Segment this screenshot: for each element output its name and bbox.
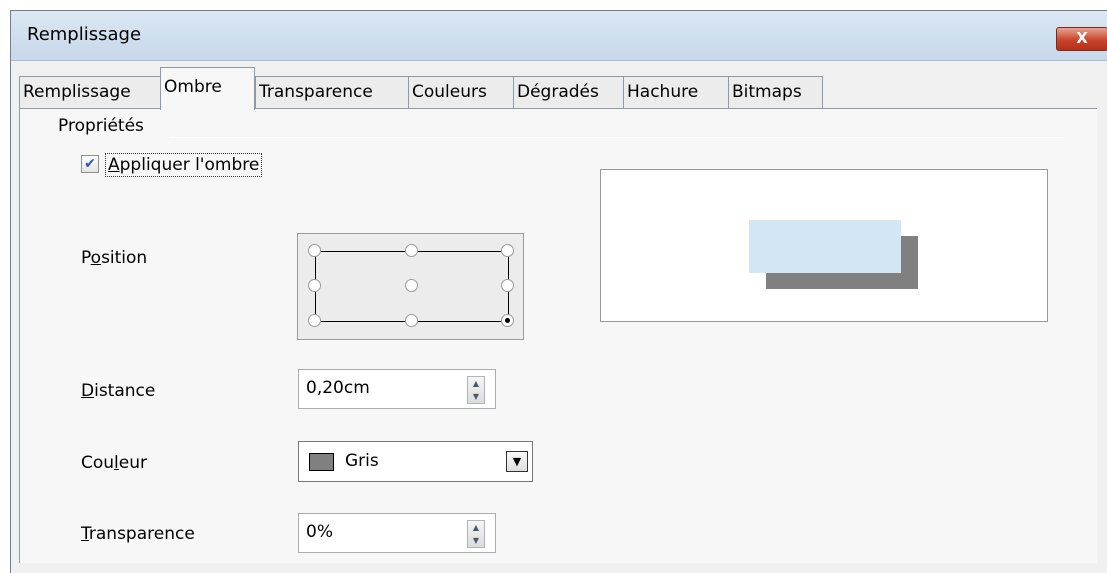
position-radio-top-right[interactable]: [501, 244, 514, 257]
tab-remplissage[interactable]: Remplissage: [19, 76, 161, 109]
position-radio-middle-right[interactable]: [501, 279, 514, 292]
transparency-spinbox[interactable]: 0% ▲ ▼: [298, 513, 496, 553]
color-swatch: [309, 453, 334, 471]
transparency-value[interactable]: 0%: [306, 522, 333, 542]
preview-object: [749, 220, 901, 273]
shadow-preview: [600, 169, 1048, 322]
close-icon: X: [1076, 29, 1088, 47]
position-selector[interactable]: [297, 233, 524, 340]
tab-transparence[interactable]: Transparence: [255, 76, 409, 109]
spin-buttons-icon[interactable]: ▲ ▼: [467, 376, 485, 404]
position-radio-middle-left[interactable]: [308, 279, 321, 292]
position-radio-top-center[interactable]: [405, 244, 418, 257]
tab-degrades[interactable]: Dégradés: [513, 76, 624, 109]
position-radio-center[interactable]: [405, 279, 418, 292]
section-divider: [170, 137, 1065, 138]
window-title: Remplissage: [27, 24, 142, 45]
position-radio-bottom-right[interactable]: [501, 314, 514, 327]
title-bar: Remplissage X: [11, 11, 1107, 61]
distance-spinbox[interactable]: 0,20cm ▲ ▼: [298, 369, 496, 409]
transparency-label: Transparence: [81, 524, 195, 544]
position-label: Position: [81, 248, 148, 268]
color-dropdown[interactable]: Gris ▼: [298, 441, 533, 482]
shadow-tab-panel: Propriétés ✔ Appliquer l'ombre Position …: [19, 108, 1097, 563]
apply-shadow-label[interactable]: Appliquer l'ombre: [105, 153, 263, 177]
tab-hachure[interactable]: Hachure: [623, 76, 729, 109]
apply-shadow-checkbox[interactable]: ✔: [81, 155, 99, 173]
section-title: Propriétés: [58, 116, 148, 136]
color-value: Gris: [345, 451, 379, 471]
distance-label: Distance: [81, 381, 156, 401]
tab-ombre[interactable]: Ombre: [160, 67, 255, 110]
position-radio-bottom-center[interactable]: [405, 314, 418, 327]
close-button[interactable]: X: [1056, 27, 1107, 51]
tab-bitmaps[interactable]: Bitmaps: [728, 76, 823, 109]
position-radio-bottom-left[interactable]: [308, 314, 321, 327]
spin-buttons-icon[interactable]: ▲ ▼: [467, 520, 485, 548]
color-label: Couleur: [81, 453, 148, 473]
position-radio-top-left[interactable]: [308, 244, 321, 257]
tab-couleurs[interactable]: Couleurs: [408, 76, 514, 109]
checkmark-icon: ✔: [84, 156, 96, 172]
distance-value[interactable]: 0,20cm: [306, 378, 370, 398]
chevron-down-icon[interactable]: ▼: [506, 451, 528, 472]
